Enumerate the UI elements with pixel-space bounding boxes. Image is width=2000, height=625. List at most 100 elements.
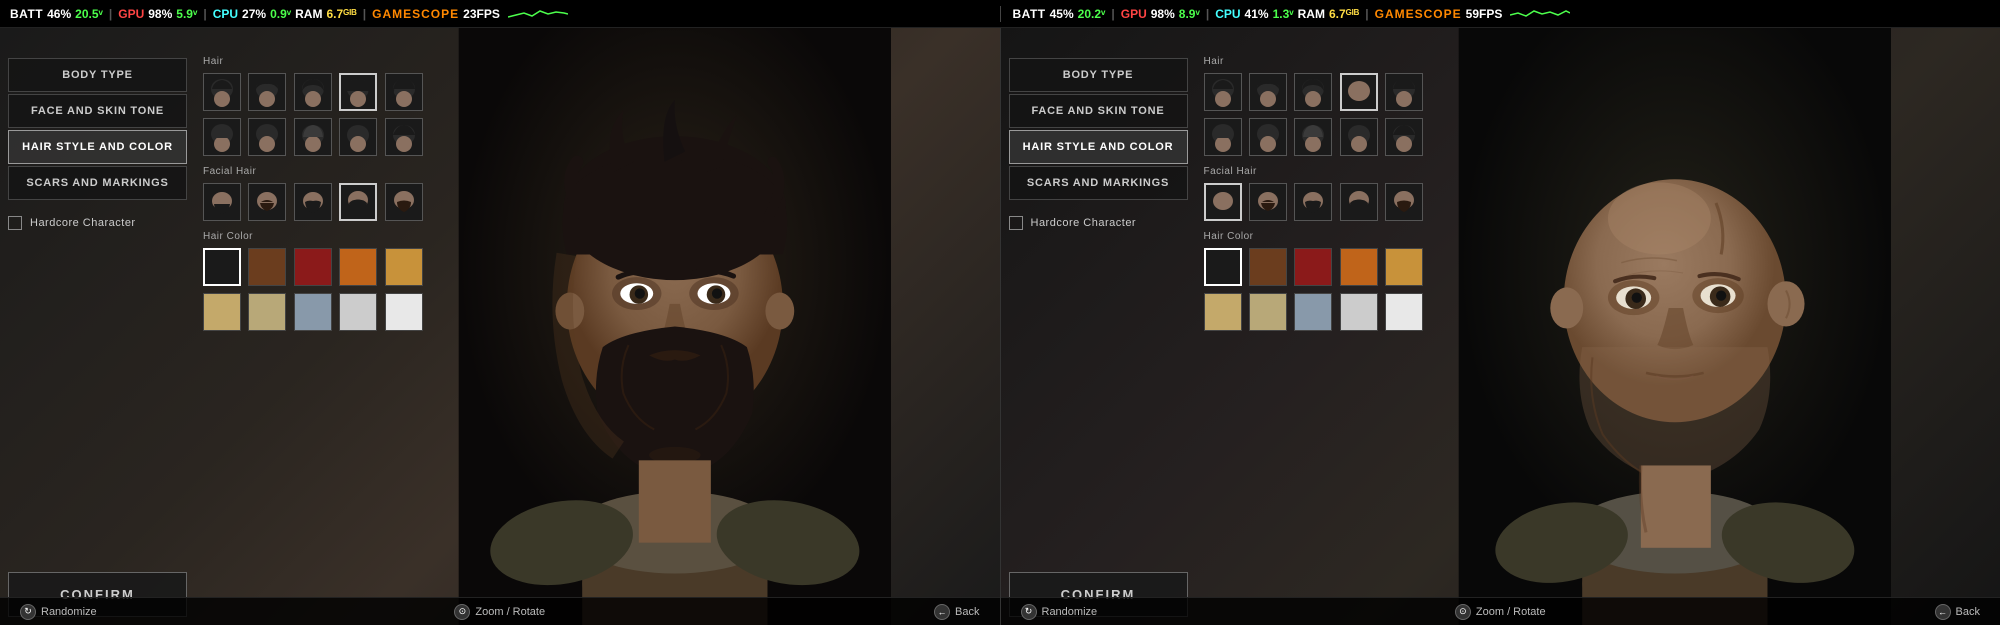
- fps-graph-left: [508, 7, 568, 21]
- ram-label-left: RAM: [295, 7, 322, 21]
- cpu-val-left: 0.9ᵛ: [270, 7, 291, 21]
- right-hair-swatch-2[interactable]: [1249, 73, 1287, 111]
- right-color-red[interactable]: [1294, 248, 1332, 286]
- left-body-type-btn[interactable]: BODY TYPE: [8, 58, 187, 92]
- right-hair-swatch-4[interactable]: [1340, 73, 1378, 111]
- hud-center-divider: [1000, 6, 1001, 22]
- left-color-silver[interactable]: [339, 293, 377, 331]
- right-randomize-btn[interactable]: ↻ Randomize: [1021, 604, 1341, 620]
- right-hair-swatch-10[interactable]: [1385, 118, 1423, 156]
- left-color-amber[interactable]: [385, 248, 423, 286]
- right-hair-swatch-9[interactable]: [1340, 118, 1378, 156]
- ram-label-right: RAM: [1298, 7, 1325, 21]
- left-zoom-icon: ⊙: [454, 604, 470, 620]
- right-color-brown[interactable]: [1249, 248, 1287, 286]
- right-color-silver[interactable]: [1340, 293, 1378, 331]
- right-hardcore-label: Hardcore Character: [1031, 217, 1137, 229]
- right-facial-swatch-1[interactable]: [1204, 183, 1242, 221]
- left-hair-style-btn[interactable]: HAIR STYLE AND COLOR: [8, 130, 187, 164]
- left-randomize-btn[interactable]: ↻ Randomize: [20, 604, 340, 620]
- right-face-skin-btn[interactable]: FACE AND SKIN TONE: [1009, 94, 1188, 128]
- right-scars-btn[interactable]: SCARS AND MARKINGS: [1009, 166, 1188, 200]
- left-hardcore-checkbox[interactable]: [8, 216, 22, 230]
- left-options: Hair: [195, 28, 435, 625]
- hud-right: BATT 45% 20.2ᵛ | GPU 98% 8.9ᵛ | CPU 41% …: [1013, 7, 1991, 21]
- right-zoom-btn[interactable]: ⊙ Zoom / Rotate: [1340, 604, 1660, 620]
- right-hair-swatch-8[interactable]: [1294, 118, 1332, 156]
- fps-left: 23FPS: [463, 7, 500, 21]
- right-back-icon: ←: [1935, 604, 1951, 620]
- left-facial-swatch-2[interactable]: [248, 183, 286, 221]
- right-hair-swatch-3[interactable]: [1294, 73, 1332, 111]
- left-hair-swatch-9[interactable]: [339, 118, 377, 156]
- right-back-btn[interactable]: ← Back: [1660, 604, 1980, 620]
- left-hair-swatch-8[interactable]: [294, 118, 332, 156]
- batt-val-left: 20.5ᵛ: [75, 7, 103, 21]
- left-hair-grid-2: [203, 118, 427, 156]
- left-zoom-btn[interactable]: ⊙ Zoom / Rotate: [340, 604, 660, 620]
- right-color-white[interactable]: [1385, 293, 1423, 331]
- left-hair-swatch-10[interactable]: [385, 118, 423, 156]
- right-facial-swatch-4[interactable]: [1340, 183, 1378, 221]
- left-color-white[interactable]: [385, 293, 423, 331]
- left-hair-swatch-4[interactable]: [339, 73, 377, 111]
- left-hair-color-label: Hair Color: [203, 231, 427, 242]
- left-face-skin-btn[interactable]: FACE AND SKIN TONE: [8, 94, 187, 128]
- left-hair-swatch-3[interactable]: [294, 73, 332, 111]
- left-facial-swatch-1[interactable]: [203, 183, 241, 221]
- right-facial-swatch-5[interactable]: [1385, 183, 1423, 221]
- left-color-red[interactable]: [294, 248, 332, 286]
- right-hair-grid-2: [1204, 118, 1428, 156]
- gamescope-label-right: GAMESCOPE: [1375, 7, 1462, 21]
- left-facial-hair-label: Facial Hair: [203, 166, 427, 177]
- left-facial-swatch-3[interactable]: [294, 183, 332, 221]
- right-character-preview: [1350, 28, 2000, 625]
- right-hair-style-btn[interactable]: HAIR STYLE AND COLOR: [1009, 130, 1188, 164]
- right-hair-swatch-5[interactable]: [1385, 73, 1423, 111]
- right-hair-label: Hair: [1204, 56, 1428, 67]
- right-facial-swatch-2[interactable]: [1249, 183, 1287, 221]
- hud-left: BATT 46% 20.5ᵛ | GPU 98% 5.9ᵛ | CPU 27% …: [10, 7, 988, 21]
- right-color-orange[interactable]: [1340, 248, 1378, 286]
- right-hair-swatch-7[interactable]: [1249, 118, 1287, 156]
- left-color-black[interactable]: [203, 248, 241, 286]
- left-zoom-label: Zoom / Rotate: [475, 606, 545, 618]
- left-scars-btn[interactable]: SCARS AND MARKINGS: [8, 166, 187, 200]
- right-color-amber[interactable]: [1385, 248, 1423, 286]
- left-hair-swatch-6[interactable]: [203, 118, 241, 156]
- right-facial-swatch-3[interactable]: [1294, 183, 1332, 221]
- left-back-btn[interactable]: ← Back: [660, 604, 980, 620]
- left-color-sandy[interactable]: [248, 293, 286, 331]
- right-body-type-btn[interactable]: BODY TYPE: [1009, 58, 1188, 92]
- left-color-orange[interactable]: [339, 248, 377, 286]
- right-color-sandy[interactable]: [1249, 293, 1287, 331]
- gpu-label-right: GPU: [1121, 7, 1147, 21]
- cpu-pct-right: 41%: [1245, 7, 1269, 21]
- right-color-black[interactable]: [1204, 248, 1242, 286]
- right-back-label: Back: [1956, 606, 1980, 618]
- left-hair-swatch-2[interactable]: [248, 73, 286, 111]
- right-color-tan[interactable]: [1204, 293, 1242, 331]
- right-hair-grid-1: [1204, 73, 1428, 111]
- right-hair-swatch-6[interactable]: [1204, 118, 1242, 156]
- right-color-grid-1: [1204, 248, 1428, 286]
- batt-pct-right: 45%: [1050, 7, 1074, 21]
- left-hair-swatch-1[interactable]: [203, 73, 241, 111]
- right-panel: BODY TYPE FACE AND SKIN TONE HAIR STYLE …: [1001, 28, 2000, 625]
- right-zoom-icon: ⊙: [1455, 604, 1471, 620]
- left-hair-label: Hair: [203, 56, 427, 67]
- left-hair-swatch-7[interactable]: [248, 118, 286, 156]
- left-facial-swatch-5[interactable]: [385, 183, 423, 221]
- right-hardcore-checkbox[interactable]: [1009, 216, 1023, 230]
- gpu-val-left: 5.9ᵛ: [176, 7, 197, 21]
- left-color-slate[interactable]: [294, 293, 332, 331]
- left-facial-swatch-4[interactable]: [339, 183, 377, 221]
- left-color-brown[interactable]: [248, 248, 286, 286]
- left-color-tan[interactable]: [203, 293, 241, 331]
- cpu-label-left: CPU: [213, 7, 238, 21]
- left-hair-swatch-5[interactable]: [385, 73, 423, 111]
- right-hair-swatch-1[interactable]: [1204, 73, 1242, 111]
- right-color-slate[interactable]: [1294, 293, 1332, 331]
- left-back-icon: ←: [934, 604, 950, 620]
- left-hair-grid-1: [203, 73, 427, 111]
